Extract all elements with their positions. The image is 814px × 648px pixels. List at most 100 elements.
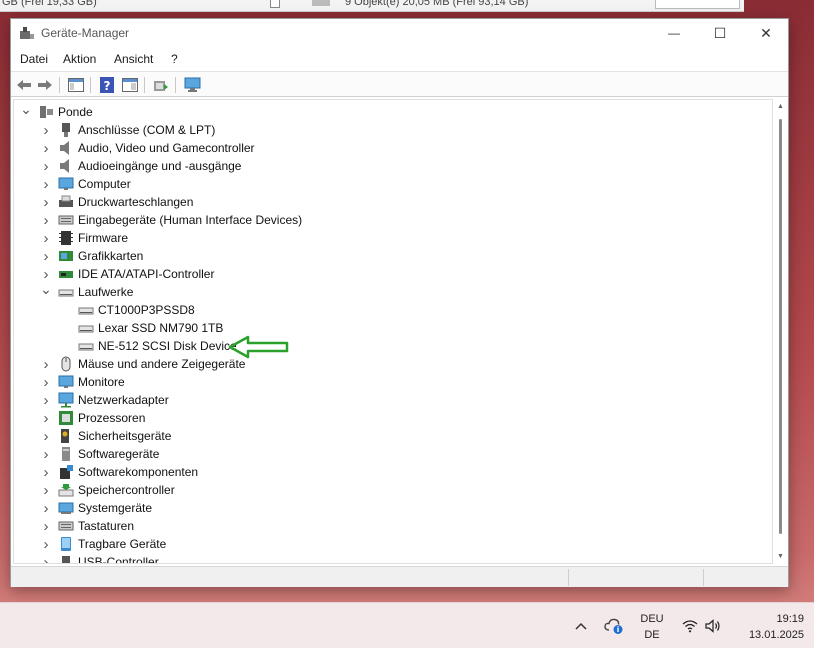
device-tree[interactable]: ⌄ Ponde › Anschlüsse (COM & LPT) › Audio, Vid… [13,99,773,564]
help-button[interactable]: ? [98,76,116,94]
menu-ansicht[interactable]: Ansicht [114,52,153,66]
tree-item-label: Anschlüsse (COM & LPT) [78,123,216,137]
chevron-right-icon[interactable]: › [40,445,52,463]
tree-category[interactable]: › Computer [40,175,131,193]
tree-item-label: NE-512 SCSI Disk Device [98,339,237,353]
chevron-right-icon[interactable]: › [40,553,52,564]
tree-device[interactable]: NE-512 SCSI Disk Device [60,337,237,355]
chevron-right-icon[interactable]: › [40,211,52,229]
chevron-right-icon[interactable]: › [40,229,52,247]
tree-item-label: Prozessoren [78,411,146,425]
tree-category[interactable]: › Softwarekomponenten [40,463,199,481]
show-hide-console-tree-button[interactable] [67,76,85,94]
tree-category[interactable]: › Firmware [40,229,129,247]
speaker-icon [58,158,74,174]
tree-category[interactable]: › Systemgeräte [40,499,153,517]
bg-status-right: 9 Objekt(e) 20,05 MB (Frei 93,14 GB) [345,0,529,8]
chevron-right-icon[interactable]: › [40,139,52,157]
tree-category[interactable]: › Monitore [40,373,125,391]
tree-category[interactable]: › USB-Controller [40,553,159,564]
tree-device[interactable]: CT1000P3PSSD8 [60,301,195,319]
forward-button[interactable] [36,76,54,94]
chevron-right-icon[interactable]: › [40,193,52,211]
chevron-down-icon[interactable]: ⌄ [20,100,32,118]
scroll-up-icon[interactable]: ▲ [777,103,784,110]
clock[interactable]: 19:19 13.01.2025 [730,611,804,643]
tree-category[interactable]: › Anschlüsse (COM & LPT) [40,121,216,139]
properties-button[interactable] [121,76,139,94]
menu-aktion[interactable]: Aktion [63,52,96,66]
chevron-right-icon[interactable]: › [40,535,52,553]
chevron-down-icon[interactable]: ⌄ [40,280,52,298]
tree-category[interactable]: › Softwaregeräte [40,445,160,463]
chevron-right-icon[interactable]: › [40,517,52,535]
scroll-thumb[interactable] [779,119,782,534]
show-hidden-icons-button[interactable] [570,603,592,648]
tree-category[interactable]: › IDE ATA/ATAPI-Controller [40,265,215,283]
tree-item-label: USB-Controller [78,555,159,564]
tree-category[interactable]: › Speichercontroller [40,481,175,499]
title-bar[interactable]: Geräte-Manager — ☐ ✕ [11,19,788,47]
close-button[interactable]: ✕ [743,19,789,47]
tree-root-computer[interactable]: ⌄ Ponde [20,100,93,121]
maximize-button[interactable]: ☐ [697,19,743,47]
background-explorer-window: GB (Frei 19,33 GB) 9 Objekt(e) 20,05 MB … [0,0,744,12]
device-manager-window: Geräte-Manager — ☐ ✕ Datei Aktion Ansich… [10,18,789,587]
display-adapter-icon [58,248,74,264]
chevron-right-icon[interactable]: › [40,373,52,391]
keyboard-layout: DE [644,629,660,641]
tree-item-label: Mäuse und andere Zeigegeräte [78,357,246,371]
bg-close-icon [270,0,280,8]
chevron-right-icon[interactable]: › [40,499,52,517]
tree-category[interactable]: › Audio, Video und Gamecontroller [40,139,255,157]
scan-hardware-button[interactable] [184,76,202,94]
cloud-info-icon [604,618,623,634]
chevron-right-icon[interactable]: › [40,247,52,265]
portable-device-icon [58,536,74,552]
menu-datei[interactable]: Datei [20,52,48,66]
tree-category[interactable]: › Prozessoren [40,409,146,427]
tree-category[interactable]: ⌄ Laufwerke [40,280,133,301]
chevron-right-icon[interactable]: › [40,355,52,373]
tree-category[interactable]: › Audioeingänge und -ausgänge [40,157,242,175]
chevron-right-icon[interactable]: › [40,175,52,193]
tree-category[interactable]: › Netzwerkadapter [40,391,169,409]
menu-help[interactable]: ? [171,52,178,66]
tree-category[interactable]: › Eingabegeräte (Human Interface Devices) [40,211,303,229]
network-status-button[interactable] [602,603,626,648]
minimize-button[interactable]: — [651,19,697,47]
security-icon [58,428,74,444]
bg-status-left: GB (Frei 19,33 GB) [2,0,97,8]
tree-category[interactable]: › Grafikkarten [40,247,144,265]
properties-icon [122,78,138,92]
input-language-indicator[interactable]: DEU DE [637,611,667,643]
tree-category[interactable]: › Sicherheitsgeräte [40,427,172,445]
minimize-icon: — [668,26,680,40]
wifi-button[interactable] [680,603,700,648]
tree-device[interactable]: Lexar SSD NM790 1TB [60,319,223,337]
chevron-right-icon[interactable]: › [40,427,52,445]
tree-item-label: Monitore [78,375,125,389]
mouse-icon [58,356,74,372]
tree-category[interactable]: › Druckwarteschlangen [40,193,194,211]
chevron-right-icon[interactable]: › [40,481,52,499]
menu-bar: Datei Aktion Ansicht ? [11,49,788,69]
bg-drive-icon [312,0,330,6]
volume-button[interactable] [702,603,724,648]
scroll-down-icon[interactable]: ▼ [777,553,784,560]
tree-category[interactable]: › Tastaturen [40,517,135,535]
update-driver-button[interactable] [152,76,170,94]
network-icon [58,392,74,408]
usb-icon [58,554,74,563]
chevron-right-icon[interactable]: › [40,409,52,427]
chevron-right-icon[interactable]: › [40,157,52,175]
vertical-scrollbar[interactable]: ▲ ▼ [774,99,788,564]
tree-category[interactable]: › Mäuse und andere Zeigegeräte [40,355,246,373]
chevron-right-icon[interactable]: › [40,463,52,481]
back-button[interactable] [15,76,33,94]
tree-category[interactable]: › Tragbare Geräte [40,535,167,553]
chevron-right-icon[interactable]: › [40,391,52,409]
drive-icon [58,284,74,300]
chevron-right-icon[interactable]: › [40,121,52,139]
